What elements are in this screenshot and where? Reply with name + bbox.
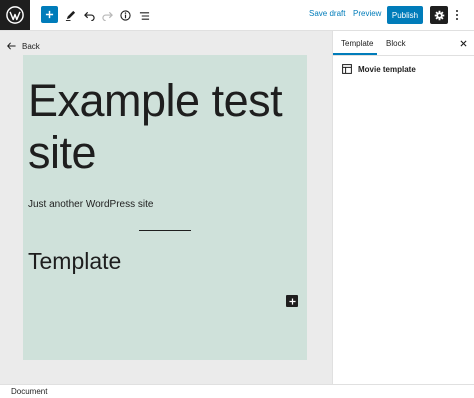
- template-heading[interactable]: Template: [28, 248, 121, 275]
- preview-button[interactable]: Preview: [353, 9, 381, 18]
- list-view-button[interactable]: [136, 7, 153, 24]
- back-button[interactable]: Back: [7, 40, 40, 52]
- template-canvas[interactable]: Example test site Just another WordPress…: [23, 55, 307, 360]
- save-draft-button[interactable]: Save draft: [309, 9, 345, 18]
- wordpress-logo: [6, 6, 24, 24]
- close-sidebar-button[interactable]: [457, 37, 469, 49]
- back-arrow-icon: [7, 42, 16, 50]
- tab-template[interactable]: Template: [341, 39, 373, 48]
- active-tab-indicator: [333, 53, 377, 55]
- list-view-icon: [139, 11, 150, 20]
- top-toolbar: Save draft Preview Publish: [0, 0, 474, 31]
- tools-button[interactable]: [62, 7, 79, 24]
- site-tagline[interactable]: Just another WordPress site: [28, 199, 153, 210]
- back-label: Back: [22, 41, 40, 51]
- breadcrumb-document[interactable]: Document: [11, 387, 47, 396]
- details-button[interactable]: [117, 7, 134, 24]
- site-title[interactable]: Example test site: [28, 75, 303, 179]
- wordpress-logo-button[interactable]: [0, 0, 30, 30]
- block-breadcrumb-bar: Document: [0, 384, 474, 398]
- tab-block[interactable]: Block: [386, 39, 406, 48]
- settings-sidebar: Template Block Movie template: [332, 31, 474, 384]
- plus-icon: [45, 10, 54, 19]
- gear-icon: [434, 10, 444, 20]
- close-icon: [459, 39, 467, 47]
- sidebar-tabs: Template Block: [333, 31, 474, 56]
- pencil-icon: [65, 10, 76, 21]
- layout-icon: [342, 64, 352, 74]
- redo-button[interactable]: [99, 7, 116, 24]
- add-block-button[interactable]: [41, 6, 58, 23]
- publish-button[interactable]: Publish: [387, 6, 423, 24]
- info-icon: [120, 10, 131, 21]
- more-vertical-icon: [456, 10, 458, 20]
- separator-block[interactable]: [139, 230, 191, 231]
- settings-button[interactable]: [430, 6, 448, 24]
- editor-area: Back Example test site Just another Word…: [0, 31, 332, 384]
- undo-icon: [84, 11, 95, 21]
- more-options-button[interactable]: [452, 7, 462, 23]
- plus-icon: [288, 297, 296, 305]
- block-inserter-button[interactable]: [286, 295, 298, 307]
- undo-button[interactable]: [81, 7, 98, 24]
- template-info: Movie template: [342, 64, 416, 74]
- redo-icon: [102, 11, 113, 21]
- template-name: Movie template: [358, 64, 416, 74]
